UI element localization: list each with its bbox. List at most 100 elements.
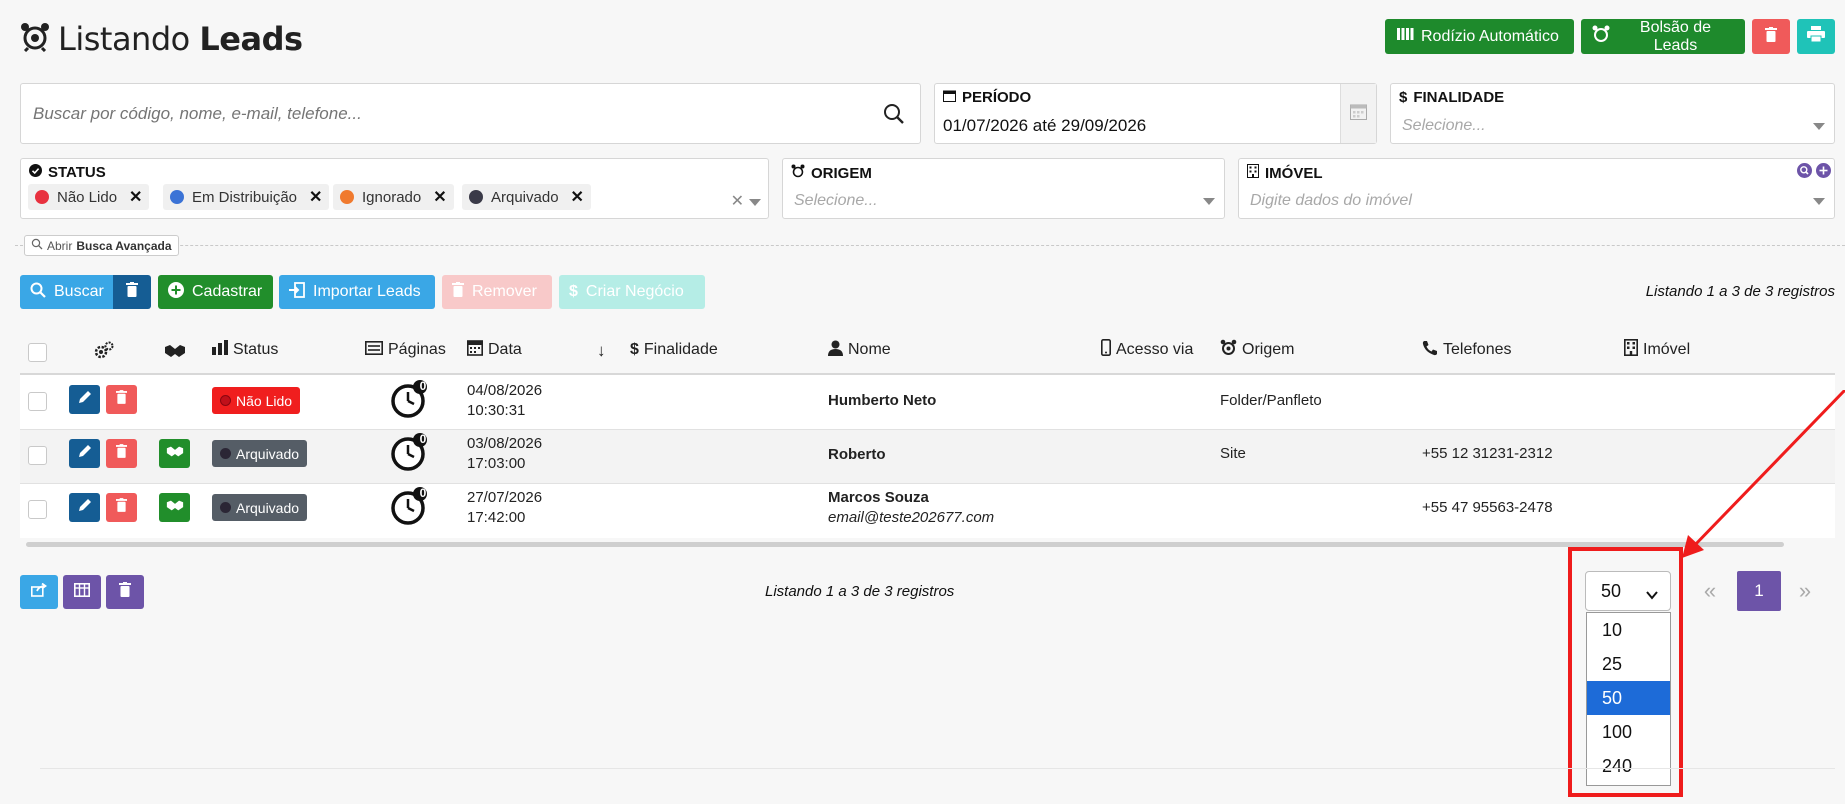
remove-chip-icon[interactable]: ✕ bbox=[433, 187, 446, 207]
pages-count: 0 bbox=[419, 379, 427, 393]
clear-all-icon[interactable]: ✕ bbox=[731, 191, 744, 211]
buscar-button[interactable]: Buscar bbox=[20, 275, 113, 309]
export-button[interactable] bbox=[20, 575, 58, 609]
status-dot bbox=[340, 190, 354, 204]
deal-button[interactable] bbox=[159, 493, 190, 522]
cadastrar-button[interactable]: Cadastrar bbox=[158, 275, 273, 309]
col-paginas-label: Páginas bbox=[388, 341, 446, 358]
remove-chip-icon[interactable]: ✕ bbox=[309, 187, 322, 207]
select-all-checkbox[interactable] bbox=[28, 343, 47, 362]
time-value: 10:30:31 bbox=[467, 402, 526, 419]
telefone-value: +55 12 31231-2312 bbox=[1422, 445, 1553, 462]
periodo-field[interactable]: PERÍODO 01/07/2026 até 29/09/2026 bbox=[934, 83, 1377, 144]
search-input[interactable] bbox=[33, 100, 863, 128]
imovel-field[interactable]: IMÓVEL Digite dados do imóvel bbox=[1238, 158, 1835, 219]
user-icon bbox=[828, 340, 843, 361]
periodo-value: 01/07/2026 até 29/09/2026 bbox=[943, 116, 1147, 135]
search-icon[interactable] bbox=[882, 102, 906, 131]
check-circle-icon bbox=[29, 164, 42, 181]
lead-email[interactable]: email@teste202677.com bbox=[828, 508, 994, 528]
col-paginas[interactable]: Páginas bbox=[365, 338, 446, 362]
trash-icon bbox=[119, 582, 131, 602]
lead-name[interactable]: Roberto bbox=[828, 445, 886, 465]
title-bold: Leads bbox=[199, 20, 303, 58]
imovel-placeholder: Digite dados do imóvel bbox=[1250, 192, 1412, 209]
remove-chip-icon[interactable]: ✕ bbox=[129, 187, 142, 207]
chip-label: Não Lido bbox=[57, 188, 118, 206]
chip-label: Em Distribuição bbox=[192, 188, 298, 206]
annotation-arrow bbox=[1682, 390, 1845, 558]
columns-button[interactable] bbox=[63, 575, 101, 609]
origem-value: Site bbox=[1220, 445, 1246, 462]
listing-count-top: Listando 1 a 3 de 3 registros bbox=[1645, 283, 1835, 300]
status-chip-nao-lido[interactable]: Não Lido ✕ bbox=[28, 184, 150, 210]
edit-button[interactable] bbox=[69, 385, 100, 414]
advanced-search-toggle[interactable]: Abrir Busca Avançada bbox=[24, 235, 179, 256]
col-status[interactable]: Status bbox=[212, 338, 278, 362]
building-icon bbox=[1247, 164, 1259, 182]
col-origem[interactable]: Origem bbox=[1220, 338, 1294, 362]
remove-chip-icon[interactable]: ✕ bbox=[571, 187, 584, 207]
row-checkbox[interactable] bbox=[28, 500, 47, 519]
col-finalidade[interactable]: $ Finalidade bbox=[630, 338, 718, 362]
status-field[interactable]: STATUS Não Lido ✕ Em Distribuição ✕ Ignora… bbox=[20, 158, 769, 219]
sort-down-icon[interactable]: ↓ bbox=[597, 341, 606, 361]
status-dot bbox=[469, 190, 483, 204]
col-data[interactable]: Data bbox=[467, 338, 522, 362]
delete-row-button[interactable] bbox=[106, 385, 137, 414]
row-checkbox[interactable] bbox=[28, 392, 47, 411]
horizontal-scrollbar[interactable] bbox=[26, 542, 1784, 547]
calendar-button[interactable] bbox=[1340, 84, 1376, 143]
trash-icon bbox=[452, 282, 464, 302]
row-checkbox[interactable] bbox=[28, 446, 47, 465]
handshake-icon bbox=[166, 499, 184, 517]
col-nome[interactable]: Nome bbox=[828, 338, 891, 362]
delete-row-button[interactable] bbox=[106, 439, 137, 468]
chip-label: Arquivado bbox=[491, 188, 559, 206]
next-page-icon[interactable]: » bbox=[1785, 571, 1825, 611]
date-value: 04/08/2026 bbox=[467, 382, 543, 399]
bulk-delete-button[interactable] bbox=[106, 575, 144, 609]
periodo-label: PERÍODO bbox=[962, 89, 1032, 106]
lead-name[interactable]: Marcos Souza bbox=[828, 488, 994, 508]
col-acesso[interactable]: Acesso via bbox=[1101, 338, 1193, 362]
alarm-icon bbox=[791, 164, 805, 182]
remover-label: Remover bbox=[472, 283, 537, 300]
delete-row-button[interactable] bbox=[106, 493, 137, 522]
phone-icon bbox=[1422, 340, 1438, 361]
search-box[interactable] bbox=[20, 83, 921, 144]
col-telefones[interactable]: Telefones bbox=[1422, 338, 1512, 362]
clear-search-button[interactable] bbox=[113, 275, 151, 309]
criar-negocio-label: Criar Negócio bbox=[585, 283, 684, 300]
divider bbox=[15, 245, 1845, 246]
plus-circle-icon[interactable] bbox=[1816, 163, 1831, 183]
lead-name[interactable]: Humberto Neto bbox=[828, 391, 936, 411]
mobile-icon bbox=[1101, 339, 1111, 361]
importar-leads-button[interactable]: Importar Leads bbox=[279, 275, 435, 309]
criar-negocio-button[interactable]: $ Criar Negócio bbox=[559, 275, 705, 309]
delete-header-button[interactable] bbox=[1752, 19, 1790, 54]
pencil-icon bbox=[78, 498, 92, 517]
search-circle-icon[interactable] bbox=[1797, 163, 1812, 183]
col-origem-label: Origem bbox=[1242, 341, 1295, 358]
remover-button[interactable]: Remover bbox=[442, 275, 552, 309]
advanced-prefix: Abrir bbox=[47, 238, 73, 253]
status-chip-em-distribuicao[interactable]: Em Distribuição ✕ bbox=[163, 184, 330, 210]
pages-count: 0 bbox=[419, 432, 427, 446]
print-button[interactable] bbox=[1797, 19, 1835, 54]
bolsao-leads-button[interactable]: Bolsão de Leads bbox=[1581, 19, 1745, 54]
finalidade-field[interactable]: $ FINALIDADE Selecione... bbox=[1390, 83, 1835, 144]
edit-button[interactable] bbox=[69, 439, 100, 468]
status-badge-label: Arquivado bbox=[236, 445, 300, 462]
origem-field[interactable]: ORIGEM Selecione... bbox=[782, 158, 1225, 219]
col-data-label: Data bbox=[488, 341, 522, 358]
date-value: 03/08/2026 bbox=[467, 435, 543, 452]
status-chip-ignorado[interactable]: Ignorado ✕ bbox=[333, 184, 454, 210]
status-chip-arquivado[interactable]: Arquivado ✕ bbox=[462, 184, 591, 210]
col-imovel[interactable]: Imóvel bbox=[1624, 338, 1690, 362]
rodizio-automatico-button[interactable]: Rodízio Automático bbox=[1385, 19, 1574, 54]
edit-button[interactable] bbox=[69, 493, 100, 522]
prev-page-icon[interactable]: « bbox=[1690, 571, 1730, 611]
page-number-current[interactable]: 1 bbox=[1737, 571, 1781, 611]
deal-button[interactable] bbox=[159, 439, 190, 468]
